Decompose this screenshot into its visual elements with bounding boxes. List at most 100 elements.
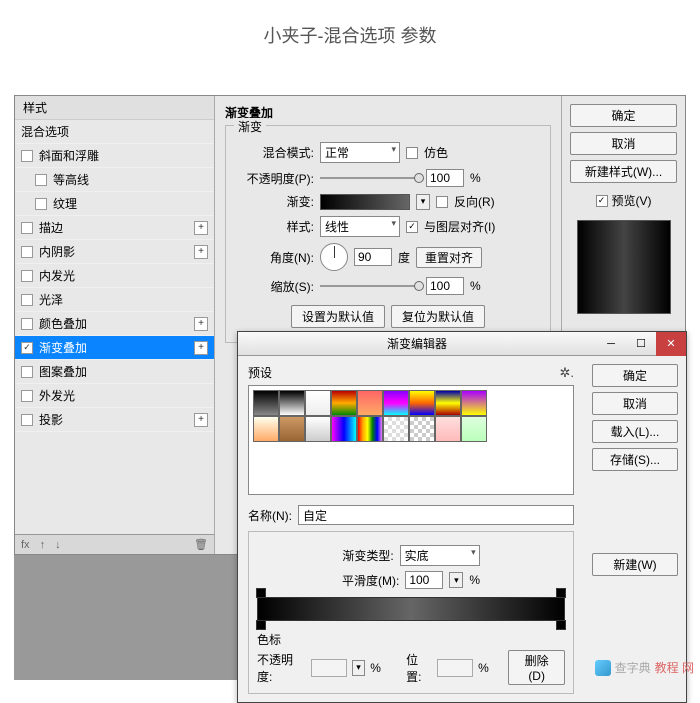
preset-swatch[interactable] — [435, 416, 461, 442]
trash-icon[interactable]: 🗑 — [194, 538, 208, 551]
preset-swatch[interactable] — [409, 390, 435, 416]
style-item[interactable]: 纹理 — [15, 192, 214, 216]
smoothness-dropdown-icon[interactable]: ▾ — [449, 572, 463, 588]
preset-swatch[interactable] — [357, 390, 383, 416]
style-checkbox[interactable] — [21, 414, 33, 426]
gradient-bar[interactable] — [257, 597, 565, 621]
style-checkbox[interactable] — [21, 318, 33, 330]
style-item[interactable]: 描边+ — [15, 216, 214, 240]
gear-icon[interactable]: ✲. — [559, 365, 574, 381]
smoothness-label: 平滑度(M): — [342, 572, 399, 589]
cancel-button[interactable]: 取消 — [570, 132, 677, 155]
percent-label: % — [470, 171, 481, 185]
preset-swatch[interactable] — [409, 416, 435, 442]
style-checkbox[interactable] — [21, 150, 33, 162]
editor-load-button[interactable]: 载入(L)... — [592, 420, 678, 443]
smoothness-input[interactable] — [405, 571, 443, 589]
preset-swatch[interactable] — [253, 416, 279, 442]
style-item[interactable]: 图案叠加 — [15, 360, 214, 384]
style-item[interactable]: 内阴影+ — [15, 240, 214, 264]
style-item-label: 图案叠加 — [39, 363, 87, 380]
preset-swatch[interactable] — [357, 416, 383, 442]
new-style-button[interactable]: 新建样式(W)... — [570, 160, 677, 183]
angle-dial[interactable] — [320, 243, 348, 271]
editor-ok-button[interactable]: 确定 — [592, 364, 678, 387]
color-stop[interactable] — [256, 620, 266, 630]
style-item[interactable]: 外发光 — [15, 384, 214, 408]
close-icon[interactable]: ✕ — [656, 332, 686, 356]
preset-swatch[interactable] — [279, 416, 305, 442]
arrow-down-icon[interactable]: ↓ — [55, 539, 61, 551]
preset-swatch[interactable] — [461, 390, 487, 416]
set-default-button[interactable]: 设置为默认值 — [291, 305, 385, 328]
style-item[interactable]: 斜面和浮雕 — [15, 144, 214, 168]
gradient-style-select[interactable]: 线性 — [320, 216, 400, 237]
style-checkbox[interactable] — [21, 222, 33, 234]
style-item[interactable]: 投影+ — [15, 408, 214, 432]
reset-default-button[interactable]: 复位为默认值 — [391, 305, 485, 328]
minimize-icon[interactable]: ─ — [596, 332, 626, 356]
preset-swatch[interactable] — [331, 416, 357, 442]
style-item[interactable]: 内发光 — [15, 264, 214, 288]
gradient-editor-titlebar[interactable]: 渐变编辑器 ─ ☐ ✕ — [238, 332, 686, 356]
style-checkbox[interactable] — [21, 246, 33, 258]
gradient-name-input[interactable] — [298, 505, 574, 525]
preset-swatch[interactable] — [305, 390, 331, 416]
color-stop[interactable] — [556, 620, 566, 630]
style-item[interactable]: ✓渐变叠加+ — [15, 336, 214, 360]
style-item[interactable]: 等高线 — [15, 168, 214, 192]
preset-swatch[interactable] — [253, 390, 279, 416]
blend-mode-select[interactable]: 正常 — [320, 142, 400, 163]
opacity-slider[interactable] — [320, 177, 420, 179]
blend-options-row[interactable]: 混合选项 — [15, 120, 214, 144]
opacity-stop[interactable] — [256, 588, 266, 598]
fx-icon[interactable]: fx — [21, 539, 30, 551]
add-effect-icon[interactable]: + — [194, 245, 208, 259]
preset-swatch[interactable] — [383, 416, 409, 442]
add-effect-icon[interactable]: + — [194, 221, 208, 235]
style-checkbox[interactable] — [35, 198, 47, 210]
stop-opacity-input[interactable] — [311, 659, 347, 677]
style-checkbox[interactable] — [21, 366, 33, 378]
align-checkbox[interactable]: ✓ — [406, 221, 418, 233]
editor-cancel-button[interactable]: 取消 — [592, 392, 678, 415]
stop-opacity-dropdown-icon[interactable]: ▾ — [352, 660, 365, 676]
stop-position-input[interactable] — [437, 659, 473, 677]
opacity-stop[interactable] — [556, 588, 566, 598]
preview-checkbox[interactable]: ✓ — [596, 195, 608, 207]
style-checkbox[interactable] — [21, 390, 33, 402]
scale-slider[interactable] — [320, 285, 420, 287]
preset-swatch[interactable] — [435, 390, 461, 416]
maximize-icon[interactable]: ☐ — [626, 332, 656, 356]
style-checkbox[interactable]: ✓ — [21, 342, 33, 354]
add-effect-icon[interactable]: + — [194, 341, 208, 355]
opacity-input[interactable] — [426, 169, 464, 187]
blend-mode-label: 混合模式: — [236, 144, 314, 161]
preset-swatch[interactable] — [461, 416, 487, 442]
preset-swatch[interactable] — [383, 390, 409, 416]
reset-align-button[interactable]: 重置对齐 — [416, 247, 482, 268]
preset-swatch[interactable] — [331, 390, 357, 416]
angle-input[interactable] — [354, 248, 392, 266]
gradient-editor-window: 渐变编辑器 ─ ☐ ✕ 预设 ✲. — [237, 331, 687, 703]
style-item[interactable]: 光泽 — [15, 288, 214, 312]
style-item[interactable]: 颜色叠加 + — [15, 312, 214, 336]
style-checkbox[interactable] — [35, 174, 47, 186]
gradient-type-select[interactable]: 实底 — [400, 545, 480, 566]
ok-button[interactable]: 确定 — [570, 104, 677, 127]
preset-swatch[interactable] — [279, 390, 305, 416]
gradient-dropdown-icon[interactable]: ▾ — [416, 194, 430, 210]
preset-swatch[interactable] — [305, 416, 331, 442]
add-effect-icon[interactable]: + — [194, 413, 208, 427]
editor-save-button[interactable]: 存储(S)... — [592, 448, 678, 471]
add-effect-icon[interactable]: + — [194, 317, 208, 331]
editor-new-button[interactable]: 新建(W) — [592, 553, 678, 576]
style-checkbox[interactable] — [21, 294, 33, 306]
style-item-label: 颜色叠加 — [39, 315, 87, 332]
style-checkbox[interactable] — [21, 270, 33, 282]
dither-checkbox[interactable] — [406, 147, 418, 159]
arrow-up-icon[interactable]: ↑ — [40, 539, 46, 551]
scale-input[interactable] — [426, 277, 464, 295]
gradient-preview[interactable] — [320, 194, 410, 210]
reverse-checkbox[interactable] — [436, 196, 448, 208]
